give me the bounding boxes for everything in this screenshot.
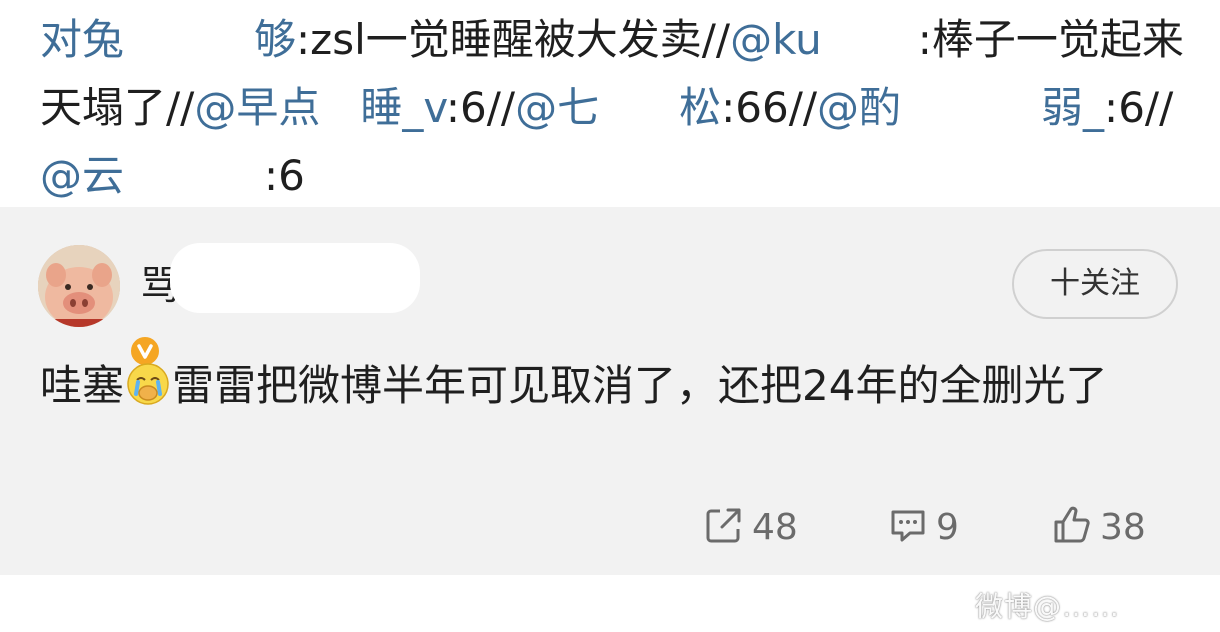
repost-text: 对兔 够:zsl一觉睡醒被大发卖//@ku:棒子一觉起来天塌了//@早点 睡_v:6…: [40, 6, 1190, 210]
pig-avatar-icon: [38, 245, 120, 327]
redaction: [124, 14, 255, 60]
comment-text-part: 哇塞: [40, 361, 125, 410]
mention-link[interactable]: @云: [40, 150, 265, 200]
repost-segment: :6: [264, 151, 305, 200]
repost-count: 48: [752, 507, 798, 548]
comment-text: 哇塞 雷雷把微博半年可见取消了，还把24年的全删光了: [40, 355, 1190, 417]
repost-button[interactable]: 48: [704, 505, 798, 549]
like-count: 38: [1100, 507, 1146, 548]
avatar[interactable]: [38, 245, 162, 368]
redaction: [599, 82, 680, 128]
repost-segment: :66//: [721, 83, 818, 132]
comment-count: 9: [936, 507, 959, 548]
mention-link[interactable]: @早点 睡_v: [194, 82, 446, 132]
next-section: 微博@……: [0, 575, 1220, 632]
repost-segment: :6//: [445, 83, 516, 132]
comment-card: 骂 十关注 哇塞 雷雷把微博半年可见取消了，还把24年的全删光了 48 9 38: [0, 207, 1220, 575]
redaction: [320, 82, 361, 128]
watermark: 微博@……: [975, 590, 1121, 623]
repost-icon: [706, 508, 741, 543]
redaction: [821, 14, 918, 60]
username-redaction: [170, 243, 420, 313]
mention-link[interactable]: 对兔够: [40, 14, 296, 64]
repost-segment: :6//: [1104, 83, 1174, 132]
repost-chain: 对兔 够:zsl一觉睡醒被大发卖//@ku:棒子一觉起来天塌了//@早点 睡_v:6…: [0, 0, 1220, 207]
crying-face-icon: [126, 361, 170, 405]
repost-segment: :zsl一觉睡醒被大发卖//: [296, 15, 731, 64]
follow-button[interactable]: 十关注: [1012, 249, 1178, 319]
like-button[interactable]: 38: [1052, 505, 1146, 549]
comment-button[interactable]: 9: [888, 505, 959, 549]
mention-link[interactable]: @七松: [515, 82, 721, 132]
thumbs-up-icon: [1054, 506, 1090, 543]
action-bar: 48 9 38: [0, 497, 1220, 557]
screenshot-root: 对兔 够:zsl一觉睡醒被大发卖//@ku:棒子一觉起来天塌了//@早点 睡_v:6…: [0, 0, 1220, 632]
redaction: [124, 150, 265, 196]
mention-link[interactable]: @酌 弱_: [817, 82, 1104, 132]
avatar-image: [38, 245, 120, 327]
comment-text-part: 雷雷把微博半年可见取消了，还把24年的全删光了: [172, 361, 1108, 410]
redaction: [901, 82, 1042, 128]
comment-icon: [891, 510, 925, 542]
mention-link[interactable]: @ku: [730, 14, 918, 64]
